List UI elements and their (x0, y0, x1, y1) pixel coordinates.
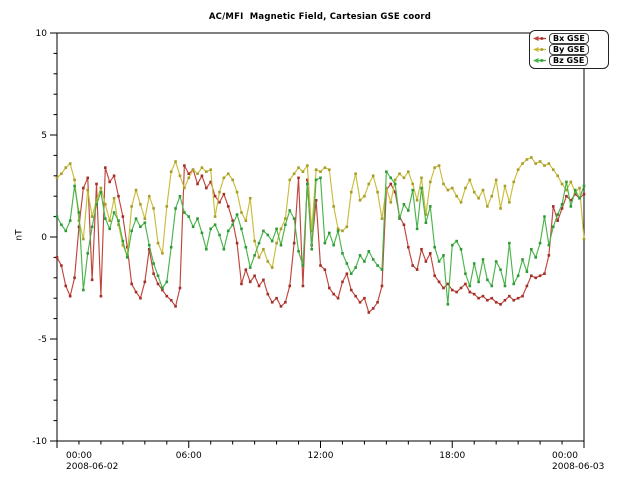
legend-label-by: By GSE (549, 44, 589, 55)
svg-text:00:00: 00:00 (552, 451, 578, 461)
legend-label-bx: Bx GSE (549, 33, 589, 44)
svg-text:0: 0 (41, 233, 47, 243)
svg-text:-10: -10 (32, 437, 47, 447)
svg-text:10: 10 (36, 29, 48, 39)
bx-line-marker-icon (532, 34, 547, 43)
svg-text:00:00: 00:00 (66, 451, 92, 461)
svg-text:2008-06-02: 2008-06-02 (66, 462, 118, 472)
svg-text:2008-06-03: 2008-06-03 (552, 462, 604, 472)
svg-text:06:00: 06:00 (176, 451, 202, 461)
bz-line-marker-icon (532, 56, 547, 65)
legend-row-bz: Bz GSE (532, 55, 606, 66)
svg-text:-5: -5 (38, 335, 47, 345)
by-line-marker-icon (532, 45, 547, 54)
svg-text:12:00: 12:00 (308, 451, 334, 461)
plot-canvas: 1050-5-1000:002008-06-0206:0012:0018:000… (0, 0, 640, 480)
legend: Bx GSE By GSE Bz GSE (529, 30, 609, 69)
svg-text:5: 5 (41, 131, 47, 141)
legend-row-by: By GSE (532, 44, 606, 55)
legend-label-bz: Bz GSE (549, 55, 588, 66)
legend-row-bx: Bx GSE (532, 33, 606, 44)
magnetic-field-plot-window: AC/MFI Magnetic Field, Cartesian GSE coo… (0, 0, 640, 480)
svg-text:18:00: 18:00 (439, 451, 465, 461)
